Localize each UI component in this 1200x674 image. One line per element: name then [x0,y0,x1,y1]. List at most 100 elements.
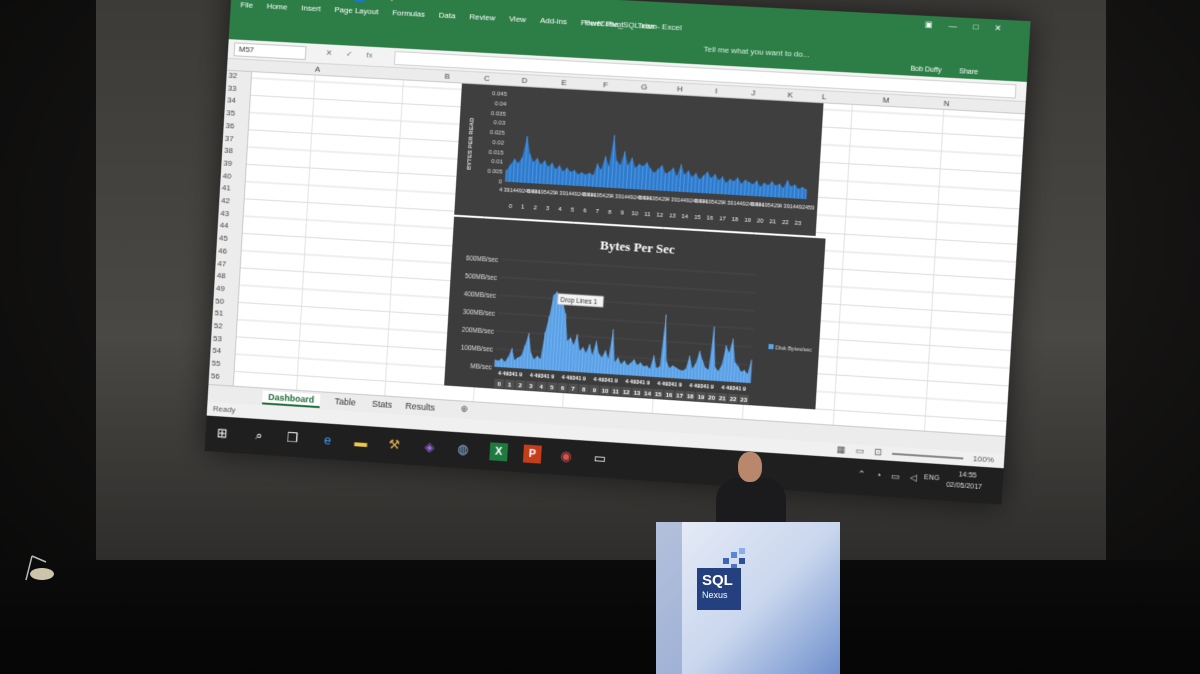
enter-icon[interactable]: ✓ [346,49,353,58]
row-header-37[interactable]: 37 [225,133,234,142]
row-header-40[interactable]: 40 [222,171,231,180]
normal-view-icon[interactable]: ▦ [836,444,845,456]
row-header-48[interactable]: 48 [217,271,226,280]
start-icon[interactable]: ⊞ [213,424,232,443]
row-header-34[interactable]: 34 [227,96,236,105]
column-header-i[interactable]: I [715,86,718,95]
user-name[interactable]: Bob Duffy [910,66,942,75]
row-header-51[interactable]: 51 [214,309,223,318]
tab-power-pivot[interactable]: Power Pivot [581,18,624,29]
language-indicator[interactable]: ENG [924,474,940,482]
row-header-56[interactable]: 56 [211,371,220,380]
sheet-tab-stats[interactable]: Stats [366,397,399,411]
tab-file[interactable]: File [240,0,253,10]
tell-me-search[interactable]: Tell me what you want to do... [703,45,810,60]
share-button[interactable]: Share [959,68,978,76]
column-header-c[interactable]: C [484,74,490,83]
row-header-45[interactable]: 45 [219,234,228,243]
column-header-m[interactable]: M [882,95,889,104]
row-header-50[interactable]: 50 [215,296,224,305]
minimize-icon[interactable]: — [949,21,958,31]
row-header-54[interactable]: 54 [212,346,221,355]
bytes-per-read-chart[interactable]: 0.045 0.04 0.035 0.03 0.025 0.02 0.015 0.01 0.00… [454,83,824,236]
file-explorer-icon[interactable]: ▬ [351,433,370,452]
wifi-icon[interactable]: ◔ [875,470,881,481]
page-layout-view-icon[interactable]: ▭ [855,445,864,457]
row-header-35[interactable]: 35 [226,108,235,117]
column-header-n[interactable]: N [943,99,949,108]
tab-insert[interactable]: Insert [301,3,321,13]
page-break-view-icon[interactable]: ⊡ [874,447,882,459]
sql-management-icon[interactable]: ◍ [454,440,473,459]
hour-label: 23 [794,221,802,228]
row-header-47[interactable]: 47 [217,259,226,268]
zoom-level[interactable]: 100% [973,454,994,464]
clock-time[interactable]: 14:55 [958,471,976,479]
hour-label: 22 [782,220,789,226]
add-sheet-icon[interactable]: ⊕ [460,403,468,414]
column-header-h[interactable]: H [677,84,683,93]
column-header-a[interactable]: A [315,65,321,74]
row-header-36[interactable]: 36 [225,121,234,130]
sheet-tab-results[interactable]: Results [399,399,441,414]
row-header-38[interactable]: 38 [224,146,233,155]
chrome-icon[interactable]: ◉ [557,447,576,466]
bytes-per-sec-chart[interactable]: Bytes Per Sec 600MB/sec 500MB/sec 400MB/sec… [444,216,826,410]
row-header-33[interactable]: 33 [228,83,237,92]
hour-label: 21 [769,219,777,225]
column-header-d[interactable]: D [521,76,527,85]
row-header-41[interactable]: 41 [222,183,231,192]
column-header-f[interactable]: F [603,80,608,89]
edge-icon[interactable]: e [318,431,337,450]
search-icon[interactable]: ⌕ [250,426,269,445]
tools-icon[interactable]: ⚒ [385,435,404,454]
excel-icon[interactable]: X [489,442,509,462]
tab-team[interactable]: Team [637,21,657,31]
touch-mode-icon[interactable]: 👤 [352,0,367,5]
column-header-l[interactable]: L [822,92,827,101]
visual-studio-icon[interactable]: ◈ [420,438,439,457]
clock-date[interactable]: 02/05/2017 [946,482,982,491]
row-header-42[interactable]: 42 [221,196,230,205]
window-app-icon[interactable]: ▭ [590,449,609,468]
tab-formulas[interactable]: Formulas [392,8,425,19]
save-icon[interactable]: ↶ [290,0,301,1]
sheet-tab-table[interactable]: Table [329,395,363,409]
row-header-32[interactable]: 32 [228,71,237,80]
maximize-icon[interactable]: □ [973,22,978,31]
close-icon[interactable]: ✕ [994,23,1001,32]
column-header-j[interactable]: J [751,88,756,97]
column-header-k[interactable]: K [787,90,793,99]
x-label-group: 9 44195429 [527,189,556,197]
row-header-39[interactable]: 39 [223,158,232,167]
tab-home[interactable]: Home [266,2,287,12]
row-header-55[interactable]: 55 [211,359,220,368]
name-box[interactable]: M57 [233,42,307,61]
tab-data[interactable]: Data [439,11,456,21]
x-label-group: 49341 [694,383,710,390]
tab-add-ins[interactable]: Add-ins [540,16,567,26]
column-header-g[interactable]: G [641,82,648,91]
powerpoint-icon[interactable]: P [522,444,542,464]
column-header-e[interactable]: E [561,78,567,87]
row-header-43[interactable]: 43 [220,208,229,217]
row-header-52[interactable]: 52 [214,321,223,330]
tab-page-layout[interactable]: Page Layout [334,5,379,16]
volume-icon[interactable]: ◁ [910,472,918,484]
zoom-slider[interactable] [891,452,964,460]
battery-icon[interactable]: ▭ [891,471,900,483]
row-header-46[interactable]: 46 [218,246,227,255]
row-header-49[interactable]: 49 [216,284,225,293]
cancel-icon[interactable]: ✕ [325,48,332,57]
customize-qat-icon[interactable]: ▾ [389,0,396,6]
row-header-53[interactable]: 53 [213,334,222,343]
tray-expand-icon[interactable]: ⌃ [857,469,866,481]
ribbon-display-icon[interactable]: ▣ [925,20,933,29]
tab-review[interactable]: Review [469,12,495,22]
column-header-b[interactable]: B [444,72,450,81]
insert-function-icon[interactable]: fx [366,50,373,59]
tab-view[interactable]: View [509,14,527,24]
task-view-icon[interactable]: ❐ [283,429,302,448]
redo-icon[interactable]: ↷ [321,0,332,3]
row-header-44[interactable]: 44 [220,221,229,230]
